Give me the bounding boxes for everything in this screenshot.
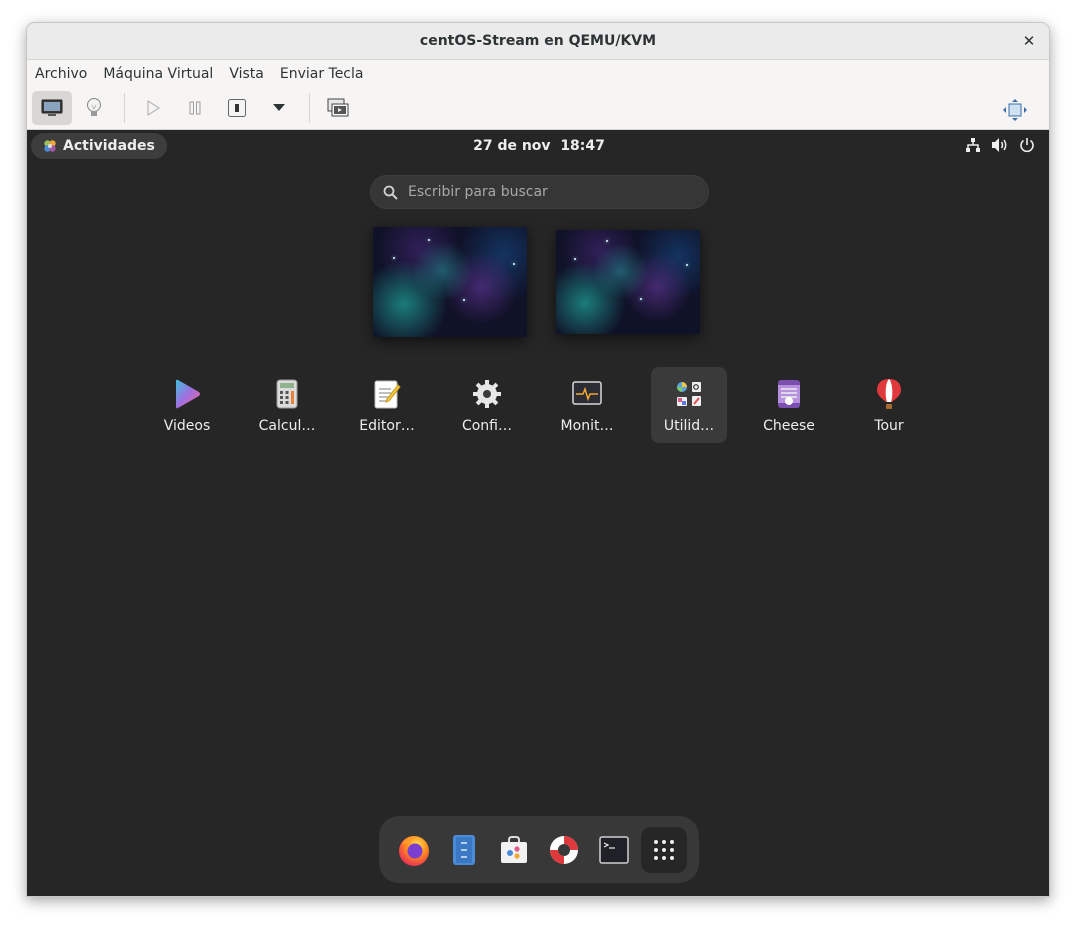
cheese-icon bbox=[774, 379, 804, 409]
menu-bar: Archivo Máquina Virtual Vista Enviar Tec… bbox=[27, 60, 1049, 87]
utilities-folder-icon bbox=[674, 379, 704, 409]
shutdown-menu-button[interactable] bbox=[259, 91, 299, 125]
app-label: Editor… bbox=[359, 418, 415, 434]
app-label: Calcul… bbox=[258, 418, 316, 434]
workspace-thumbnail-1[interactable] bbox=[373, 227, 527, 337]
system-tray[interactable] bbox=[965, 137, 1035, 153]
details-lightbulb-icon bbox=[87, 98, 101, 116]
app-calculator[interactable]: Calcul… bbox=[249, 367, 325, 443]
guest-display[interactable]: Actividades 27 de nov 18:47 Escribir par… bbox=[27, 130, 1049, 896]
dash-files[interactable] bbox=[441, 827, 487, 873]
firefox-icon bbox=[399, 836, 429, 866]
menu-archivo[interactable]: Archivo bbox=[35, 66, 87, 82]
app-tour[interactable]: Tour bbox=[851, 367, 927, 443]
star-decoration bbox=[513, 263, 515, 265]
star-decoration bbox=[574, 258, 576, 260]
dash-help[interactable] bbox=[541, 827, 587, 873]
software-icon bbox=[501, 836, 527, 863]
app-label: Tour bbox=[874, 418, 904, 434]
run-button[interactable] bbox=[133, 91, 173, 125]
terminal-icon bbox=[599, 836, 629, 864]
show-apps-grid-icon bbox=[654, 840, 674, 860]
toolbar bbox=[27, 87, 1049, 130]
close-icon[interactable]: ✕ bbox=[1019, 31, 1039, 51]
wallpaper-preview bbox=[556, 230, 700, 334]
menu-maquina-virtual[interactable]: Máquina Virtual bbox=[103, 66, 213, 82]
shutdown-menu-chevron-icon bbox=[273, 104, 285, 111]
app-label: Videos bbox=[163, 418, 211, 434]
volume-icon bbox=[992, 138, 1007, 152]
run-play-icon bbox=[147, 100, 160, 116]
window-title: centOS-Stream en QEMU/KVM bbox=[419, 33, 657, 49]
pause-icon bbox=[189, 101, 201, 115]
menu-vista[interactable]: Vista bbox=[229, 66, 264, 82]
help-lifebuoy-icon bbox=[550, 836, 578, 864]
text-editor-icon bbox=[372, 379, 402, 409]
search-icon bbox=[383, 185, 398, 200]
resize-button[interactable] bbox=[995, 93, 1035, 127]
star-decoration bbox=[463, 299, 465, 301]
menu-enviar-tecla[interactable]: Enviar Tecla bbox=[280, 66, 364, 82]
dash-firefox[interactable] bbox=[391, 827, 437, 873]
app-system-monitor[interactable]: Monit… bbox=[549, 367, 625, 443]
videos-icon bbox=[172, 379, 202, 409]
app-settings[interactable]: Confi… bbox=[449, 367, 525, 443]
dash-show-apps[interactable] bbox=[641, 827, 687, 873]
app-utilities-folder[interactable]: Utilid… bbox=[651, 367, 727, 443]
resize-to-vm-icon bbox=[1003, 99, 1027, 121]
shutdown-button[interactable] bbox=[217, 91, 257, 125]
app-label: Confi… bbox=[461, 418, 513, 434]
app-text-editor[interactable]: Editor… bbox=[349, 367, 425, 443]
display-console-icon bbox=[41, 99, 63, 116]
power-icon bbox=[1020, 138, 1034, 153]
system-monitor-icon bbox=[572, 379, 602, 409]
network-wired-icon bbox=[966, 138, 980, 152]
details-button[interactable] bbox=[74, 91, 114, 125]
files-icon bbox=[453, 835, 475, 865]
wallpaper-preview bbox=[373, 227, 527, 337]
app-videos[interactable]: Videos bbox=[149, 367, 225, 443]
toolbar-separator bbox=[124, 93, 125, 123]
star-decoration bbox=[393, 257, 395, 259]
star-decoration bbox=[686, 264, 688, 266]
settings-gear-icon bbox=[472, 379, 502, 409]
title-bar[interactable]: centOS-Stream en QEMU/KVM ✕ bbox=[27, 23, 1049, 60]
star-decoration bbox=[606, 240, 608, 242]
snapshot-manager-icon bbox=[327, 98, 349, 117]
pause-button[interactable] bbox=[175, 91, 215, 125]
dash-terminal[interactable] bbox=[591, 827, 637, 873]
shutdown-icon bbox=[228, 99, 246, 117]
calculator-icon bbox=[272, 379, 302, 409]
app-label: Cheese bbox=[763, 418, 815, 434]
workspace-thumbnail-2[interactable] bbox=[556, 230, 700, 334]
clock-time: 18:47 bbox=[560, 138, 605, 154]
app-label: Monit… bbox=[560, 418, 614, 434]
star-decoration bbox=[428, 239, 430, 241]
star-decoration bbox=[640, 298, 642, 300]
clock[interactable]: 27 de nov 18:47 bbox=[27, 138, 1049, 154]
tour-balloon-icon bbox=[874, 379, 904, 409]
dash bbox=[379, 816, 699, 883]
virt-viewer-window: centOS-Stream en QEMU/KVM ✕ Archivo Máqu… bbox=[26, 22, 1050, 897]
search-entry[interactable]: Escribir para buscar bbox=[370, 175, 709, 209]
console-button[interactable] bbox=[32, 91, 72, 125]
gnome-top-bar: Actividades 27 de nov 18:47 bbox=[27, 130, 1049, 162]
snapshot-button[interactable] bbox=[318, 91, 358, 125]
app-cheese[interactable]: Cheese bbox=[751, 367, 827, 443]
search-placeholder: Escribir para buscar bbox=[408, 184, 548, 200]
toolbar-separator bbox=[309, 93, 310, 123]
app-label: Utilid… bbox=[663, 418, 715, 434]
dash-software[interactable] bbox=[491, 827, 537, 873]
clock-date: 27 de nov bbox=[473, 138, 551, 154]
